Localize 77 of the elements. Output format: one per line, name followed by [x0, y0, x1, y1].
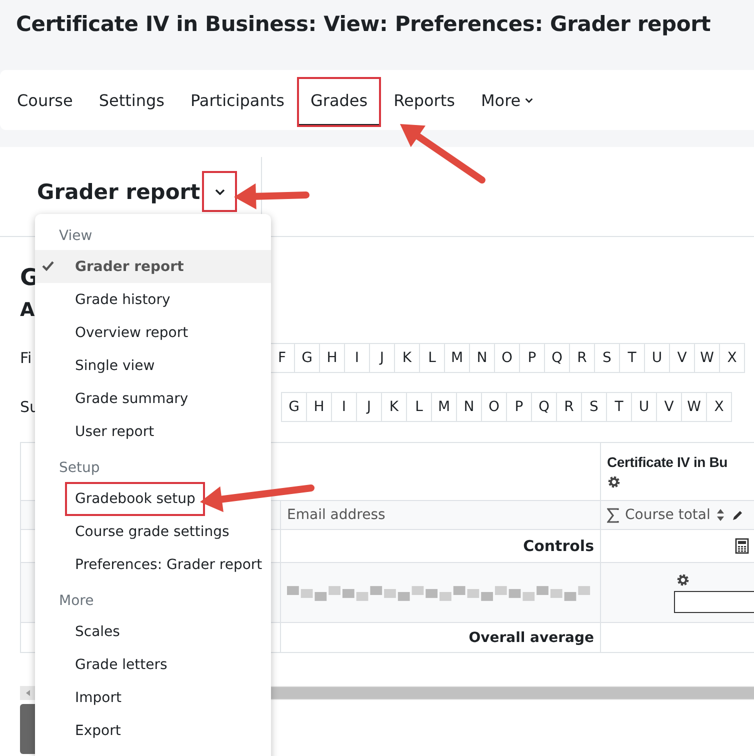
row-label: Controls — [523, 537, 594, 555]
menu-heading: Setup — [58, 459, 101, 478]
letter-filter-link[interactable]: W — [694, 343, 720, 373]
letter-filter-link[interactable]: V — [669, 343, 695, 373]
nav-tab[interactable]: Course — [4, 77, 86, 127]
letter-filter-link[interactable]: N — [469, 343, 495, 373]
row-label: Overall average — [468, 630, 594, 646]
nav-tab[interactable]: Participants — [177, 77, 298, 127]
gear-icon[interactable] — [676, 572, 690, 586]
letter-filter-link[interactable]: U — [631, 392, 657, 422]
column-header[interactable]: Email address — [287, 507, 386, 523]
chevron-down-icon — [524, 98, 533, 103]
nav-tab[interactable]: Reports — [380, 77, 468, 127]
menu-item[interactable]: Grade letters — [35, 648, 271, 681]
letter-filter-link[interactable]: J — [369, 343, 395, 373]
grade-input[interactable] — [674, 590, 754, 612]
letter-filter-link[interactable]: Q — [544, 343, 570, 373]
section-heading: A — [20, 299, 35, 323]
letter-filter-link[interactable]: M — [431, 392, 457, 422]
letter-filter-link[interactable]: O — [494, 343, 520, 373]
letter-filter-link[interactable]: K — [381, 392, 407, 422]
menu-item[interactable]: Overview report — [35, 316, 271, 349]
letter-filter-link[interactable]: O — [481, 392, 507, 422]
letter-filter-link[interactable]: P — [506, 392, 532, 422]
menu-item[interactable]: User report — [35, 415, 271, 448]
nav-tab[interactable]: More — [468, 77, 546, 127]
filter-label: Fi — [20, 349, 32, 367]
menu-item[interactable]: Import — [35, 681, 271, 714]
gear-icon[interactable] — [607, 475, 621, 489]
letter-filter-link[interactable]: T — [606, 392, 632, 422]
column-header[interactable]: Course total — [625, 507, 710, 523]
menu-heading: View — [58, 227, 94, 246]
letter-filter-link[interactable]: I — [331, 392, 357, 422]
sigma-icon — [607, 508, 619, 522]
letter-filter-link[interactable]: Q — [531, 392, 557, 422]
menu-item[interactable]: Grade history — [35, 283, 271, 316]
letter-filter-link[interactable]: J — [356, 392, 382, 422]
letter-filter-link[interactable]: M — [444, 343, 470, 373]
menu-item[interactable]: Course grade settings — [35, 515, 271, 548]
menu-heading: More — [58, 592, 95, 611]
letter-filter-link[interactable]: P — [519, 343, 545, 373]
letter-filter-link[interactable]: L — [419, 343, 445, 373]
menu-item[interactable]: Grade summary — [35, 382, 271, 415]
letter-filter-link[interactable]: R — [569, 343, 595, 373]
letter-filter-link[interactable]: U — [644, 343, 670, 373]
pencil-icon[interactable] — [731, 508, 744, 522]
page-title: Certificate IV in Business: View: Preferences: Grader report — [15, 11, 712, 38]
letter-filter-link[interactable]: X — [719, 343, 745, 373]
check-icon — [42, 261, 54, 271]
letter-filter-link[interactable]: W — [681, 392, 707, 422]
menu-item[interactable]: Grader report — [35, 250, 271, 283]
menu-item[interactable]: Single view — [35, 349, 271, 382]
letter-filter-link[interactable]: I — [344, 343, 370, 373]
calculator-icon[interactable] — [735, 538, 749, 554]
letter-filter-link[interactable]: S — [581, 392, 607, 422]
letter-filter-link[interactable]: R — [556, 392, 582, 422]
letter-filter-link[interactable]: H — [319, 343, 345, 373]
letter-filter-link[interactable]: V — [656, 392, 682, 422]
letter-filter-link[interactable]: X — [706, 392, 732, 422]
menu-item[interactable]: Preferences: Grader report — [35, 548, 271, 581]
sort-icon[interactable] — [716, 508, 726, 522]
letter-filter-link[interactable]: N — [456, 392, 482, 422]
report-dropdown-button[interactable] — [202, 171, 238, 212]
report-title: Grader report — [37, 180, 200, 204]
letter-filter-link[interactable]: K — [394, 343, 420, 373]
menu-item[interactable]: Export — [35, 714, 271, 747]
menu-item[interactable]: Scales — [35, 615, 271, 648]
letter-filter-link[interactable]: G — [294, 343, 320, 373]
letter-filter-link[interactable]: T — [619, 343, 645, 373]
letter-filter-link[interactable]: G — [281, 392, 307, 422]
letter-filter-link[interactable]: H — [306, 392, 332, 422]
letter-filter-link[interactable]: S — [594, 343, 620, 373]
letter-filter-link[interactable]: L — [406, 392, 432, 422]
nav-tab[interactable]: Settings — [86, 77, 178, 127]
nav-tab[interactable]: Grades — [297, 77, 381, 127]
chevron-down-icon — [214, 188, 225, 194]
course-header: Certificate IV in Bu — [607, 454, 728, 470]
